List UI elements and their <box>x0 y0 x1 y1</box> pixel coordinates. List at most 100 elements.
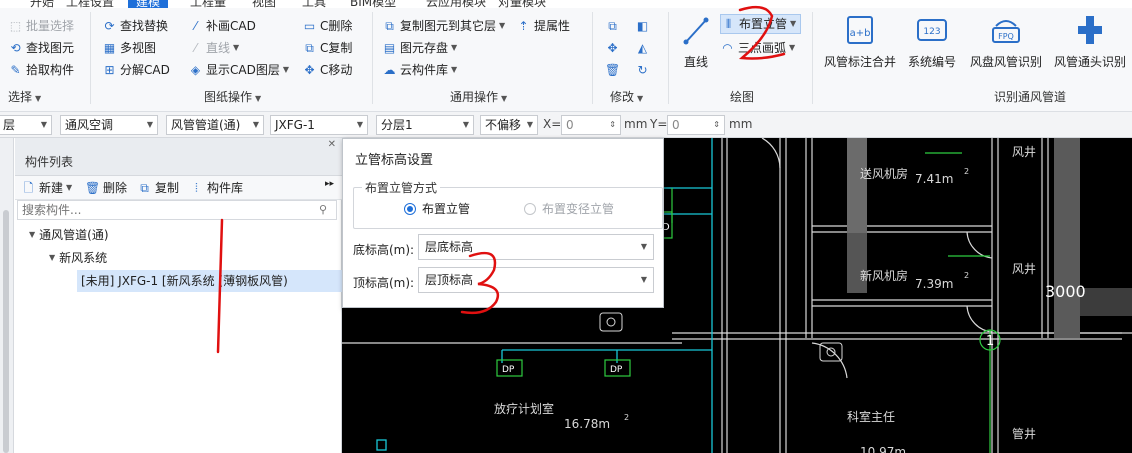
x-unit: mm <box>624 117 648 131</box>
c-delete-button[interactable]: ▭ C删除 <box>302 16 353 36</box>
duct-joint-recognize-button[interactable]: 风管通头识别 <box>1052 14 1128 70</box>
group-separator <box>668 12 669 104</box>
c-move-button[interactable]: ✥ C移动 <box>302 60 352 80</box>
pick-component-button[interactable]: ✎ 拾取构件 <box>8 60 74 80</box>
move-icon: ✥ <box>304 63 315 77</box>
delete-button[interactable]: 🗑 删除 <box>85 179 127 196</box>
batch-select-button[interactable]: ⬚ 批量选择 <box>8 16 74 36</box>
x-label: X= <box>543 117 562 131</box>
svg-text:FPQ: FPQ <box>998 32 1014 41</box>
component-search-input[interactable] <box>17 200 337 220</box>
more-icon[interactable]: ▸▸ <box>325 179 334 189</box>
menu-tools[interactable]: 工具 <box>302 0 326 8</box>
svg-text:123: 123 <box>923 27 940 37</box>
dp-label: DP <box>502 365 515 375</box>
superscript: 2 <box>624 413 629 422</box>
cloud-library-button[interactable]: ☁ 云构件库 ▼ <box>382 60 458 80</box>
bottom-elevation-label: 底标高(m): <box>353 243 415 257</box>
mirror-tool-button[interactable]: ◭ <box>635 38 653 58</box>
area-label: 10.97m <box>860 445 906 453</box>
copy-tool-button[interactable]: ⧉ <box>605 16 623 36</box>
fcu-duct-recognize-button[interactable]: FPQ 风盘风管识别 <box>968 14 1044 70</box>
expand-icon[interactable]: ▼ <box>29 230 35 239</box>
copy-button[interactable]: ⧉ 复制 <box>137 179 179 196</box>
patch-cad-icon: ⁄ <box>194 19 197 33</box>
group-separator <box>372 12 373 104</box>
tree-node-system[interactable]: ▼ 新风系统 <box>49 247 107 267</box>
line-dropdown[interactable]: ⁄ 直线 ▼ <box>188 38 239 58</box>
move-tool-button[interactable]: ✥ <box>605 38 623 58</box>
shaft-label: 风井 <box>1012 262 1036 276</box>
explode-cad-button[interactable]: ⊞ 分解CAD <box>102 60 169 80</box>
menu-quantity[interactable]: 工程量 <box>190 0 226 8</box>
menu-cloud[interactable]: 云应用模块 <box>426 0 486 8</box>
library-button[interactable]: ⦙ 构件库 <box>189 179 243 196</box>
search-icon[interactable]: ⚲ <box>319 203 327 216</box>
bottom-elevation-select[interactable]: 层底标高 ▼ <box>418 234 654 260</box>
lift-attribute-button[interactable]: ⇡ 提属性 <box>516 16 570 36</box>
component-list-panel: 构件列表 ✕ 🗋新建▼ 🗑删除 ⧉复制 ⦙构件库 ▸▸ ⚲ ▼通风管道(通) ▼… <box>15 138 342 453</box>
menu-bim-model[interactable]: BIM模型 <box>350 0 396 8</box>
ribbon: ⬚ 批量选择 ⟲ 查找图元 ✎ 拾取构件 选择 ▼ ⟳ 查找替换 ▦ 多视图 ⊞ 分解CAD … <box>0 8 1132 112</box>
merge-annotation-button[interactable]: a+b 风管标注合并 <box>822 14 898 70</box>
delete-tool-button[interactable]: 🗑 <box>605 60 623 80</box>
dp-label: DP <box>610 365 623 375</box>
save-element-icon: ▤ <box>383 41 396 55</box>
menu-modeling[interactable]: 建模 <box>128 0 169 8</box>
show-cad-layers-button[interactable]: ◈ 显示CAD图层 ▼ <box>188 60 289 80</box>
save-element-button[interactable]: ▤ 图元存盘 ▼ <box>382 38 457 58</box>
menu-project-settings[interactable]: 工程设置 <box>66 0 114 8</box>
menu-start[interactable]: 开始 <box>30 0 54 8</box>
radio-reducer-riser[interactable]: 布置变径立管 <box>524 200 614 217</box>
x-input[interactable]: 0 ⇕ <box>561 115 621 135</box>
scrollbar-thumb[interactable] <box>3 210 9 453</box>
rotate-tool-button[interactable]: ↻ <box>635 60 653 80</box>
batch-select-icon: ⬚ <box>9 19 22 33</box>
y-input[interactable]: 0 ⇕ <box>667 115 725 135</box>
rotate-icon: ↻ <box>637 63 648 77</box>
fan-coil-icon: FPQ <box>992 20 1020 43</box>
panel-header: 构件列表 ✕ <box>15 138 342 176</box>
system-select[interactable]: 通风空调 ▼ <box>60 115 158 135</box>
menu-view[interactable]: 视图 <box>252 0 276 8</box>
shaft-label: 风井 <box>1012 145 1036 159</box>
duct-type-select[interactable]: 风管管道(通) ▼ <box>166 115 264 135</box>
group-label-select[interactable]: 选择 ▼ <box>8 88 41 106</box>
c-copy-button[interactable]: ⧉ C复制 <box>302 38 352 58</box>
group-separator <box>812 12 813 104</box>
tree-leaf-selected[interactable]: [未用] JXFG-1 [新风系统 (薄钢板风管) 200*200] <box>77 270 342 292</box>
find-element-button[interactable]: ⟲ 查找图元 <box>8 38 74 58</box>
group-label-draw: 绘图 <box>730 90 755 104</box>
component-code-select[interactable]: JXFG-1 ▼ <box>270 115 368 135</box>
group-label-general-ops[interactable]: 通用操作 ▼ <box>450 88 507 106</box>
group-label-modify[interactable]: 修改 ▼ <box>610 88 643 106</box>
floor-select[interactable]: 层 ▼ <box>0 115 52 135</box>
group-label-drawing-ops[interactable]: 图纸操作 ▼ <box>204 88 261 106</box>
trash-icon: 🗑 <box>85 180 101 195</box>
axis-label: 1 <box>986 334 994 349</box>
extend-tool-button[interactable]: ◧ <box>635 16 653 36</box>
menu-compare[interactable]: 对量模块 <box>498 0 546 8</box>
patch-cad-button[interactable]: ⁄ 补画CAD <box>188 16 255 36</box>
layer-select[interactable]: 分层1 ▼ <box>376 115 474 135</box>
offset-select[interactable]: 不偏移 ▼ <box>480 115 538 135</box>
tree-node-root[interactable]: ▼ 通风管道(通) <box>29 224 109 244</box>
new-button[interactable]: 🗋 新建 ▼ <box>21 179 73 196</box>
find-replace-button[interactable]: ⟳ 查找替换 <box>102 16 168 36</box>
top-elevation-select[interactable]: 层顶标高 ▼ <box>418 267 654 293</box>
move-icon: ✥ <box>607 41 618 55</box>
expand-icon[interactable]: ▼ <box>49 253 55 262</box>
room-label-director: 科室主任 <box>847 409 895 424</box>
system-number-button[interactable]: 123 系统编号 <box>906 14 958 70</box>
three-point-arc-button[interactable]: ◠ 三点画弧 ▼ <box>720 38 795 58</box>
line-draw-button[interactable]: 直线 <box>676 14 716 70</box>
room-label-supply-fan: 送风机房 <box>860 166 908 181</box>
group-separator <box>90 12 91 104</box>
multi-view-icon: ▦ <box>103 41 116 55</box>
y-unit: mm <box>729 117 753 131</box>
close-icon[interactable]: ✕ <box>328 139 336 150</box>
radio-place-riser[interactable]: 布置立管 <box>404 200 470 217</box>
place-riser-button[interactable]: ⫴ 布置立管 ▼ <box>720 14 802 34</box>
multi-view-button[interactable]: ▦ 多视图 <box>102 38 156 58</box>
copy-to-floor-button[interactable]: ⧉ 复制图元到其它层 ▼ <box>382 16 505 36</box>
